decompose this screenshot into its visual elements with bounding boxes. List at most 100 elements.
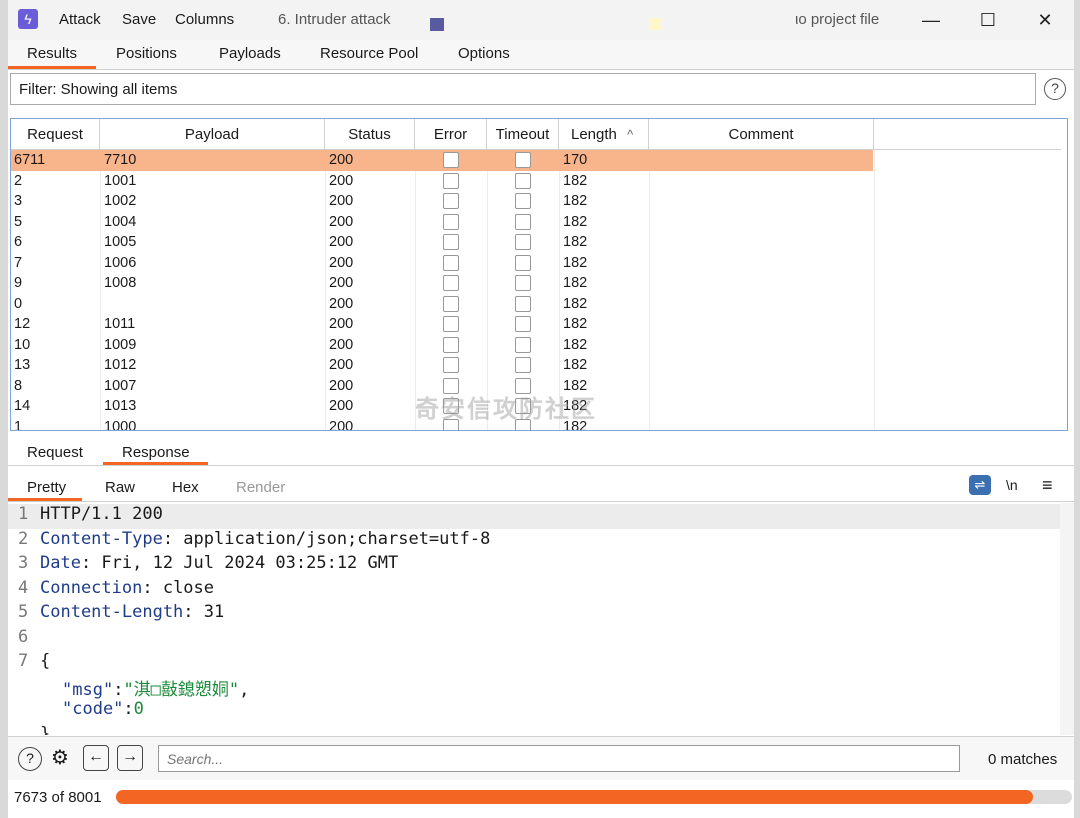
column-comment[interactable]: Comment [649, 119, 874, 150]
tab-positions[interactable]: Positions [116, 45, 177, 62]
minimize-icon[interactable]: — [911, 6, 951, 34]
header-name: Content-Length [40, 602, 184, 622]
json-key-msg: "msg" [62, 679, 114, 700]
table-row[interactable]: 0 200 182 [11, 294, 873, 315]
active-view-indicator [8, 498, 82, 501]
cell-status: 200 [329, 213, 354, 230]
header-name: HTTP/1.1 200 [40, 504, 163, 524]
cell-length: 182 [563, 254, 588, 271]
progress-fill [116, 790, 1033, 804]
line-number: 7 [18, 651, 29, 671]
table-row[interactable]: 10 1009 200 182 [11, 335, 873, 356]
error-checkbox [443, 295, 459, 312]
cell-length: 182 [563, 275, 588, 291]
watermark: 奇安信攻防社区 [415, 396, 597, 423]
cell-length: 170 [563, 152, 588, 168]
table-row[interactable]: 6 1005 200 182 [11, 232, 873, 253]
tab-pretty[interactable]: Pretty [27, 479, 66, 496]
cell-request: 8 [14, 377, 23, 394]
tab-results[interactable]: Results [27, 45, 77, 62]
cell-request: 10 [14, 336, 31, 353]
cell-payload: 1013 [104, 398, 137, 414]
cell-payload: 1005 [104, 234, 137, 250]
window-title: 6. Intruder attack [278, 11, 391, 28]
wrap-lines-icon[interactable]: ⇌ [969, 475, 991, 495]
cell-payload: 1004 [104, 213, 137, 230]
timeout-checkbox [515, 254, 531, 271]
column-status[interactable]: Status [325, 119, 415, 150]
cell-status: 200 [329, 234, 354, 250]
header-value: : 31 [183, 602, 225, 622]
table-row[interactable]: 5 1004 200 182 [11, 212, 873, 233]
response-editor[interactable]: 1 HTTP/1.1 200 2 Content-Type: application/… [8, 503, 1060, 735]
maximize-icon[interactable]: ☐ [968, 6, 1008, 34]
tab-hex[interactable]: Hex [172, 479, 199, 496]
table-row[interactable]: 2 1001 200 182 [11, 171, 873, 192]
hamburger-menu-icon[interactable]: ≡ [1042, 475, 1053, 496]
table-row[interactable]: 12 1011 200 182 [11, 314, 873, 335]
menu-attack[interactable]: Attack [59, 11, 101, 28]
timeout-checkbox [515, 316, 531, 332]
column-payload[interactable]: Payload [100, 119, 325, 150]
cell-length: 182 [563, 234, 588, 250]
column-request[interactable]: Request [11, 119, 100, 150]
vertical-scrollbar[interactable] [1060, 503, 1074, 735]
cell-payload: 1007 [104, 377, 137, 394]
progress-label: 7673 of 8001 [14, 789, 102, 806]
line-number: 6 [18, 626, 29, 647]
column-timeout[interactable]: Timeout [487, 119, 559, 150]
header-name: { [40, 651, 51, 671]
gear-icon[interactable]: ⚙ [48, 747, 72, 771]
json-key-code: "code" [62, 699, 124, 719]
table-row[interactable]: 7 1006 200 182 [11, 253, 873, 274]
cell-status: 200 [329, 295, 354, 312]
tab-options[interactable]: Options [458, 45, 510, 62]
table-row[interactable]: 6711 7710 200 170 [11, 150, 873, 171]
search-input[interactable] [158, 745, 960, 772]
cell-request: 3 [14, 193, 23, 209]
intruder-window: ϟ Attack Save Columns 6. Intruder attack… [8, 0, 1074, 818]
main-tabs: Results Positions Payloads Resource Pool… [8, 40, 1074, 70]
show-newlines-button[interactable]: \n [1006, 477, 1018, 493]
cell-request: 12 [14, 316, 31, 332]
progress-bar [116, 790, 1072, 804]
cell-length: 182 [563, 336, 588, 353]
cell-status: 200 [329, 316, 354, 332]
cell-status: 200 [329, 398, 354, 414]
cell-request: 6 [14, 234, 23, 250]
cell-request: 2 [14, 172, 23, 189]
close-icon[interactable]: ✕ [1025, 6, 1065, 34]
line-number: 4 [18, 577, 29, 598]
tab-payloads[interactable]: Payloads [219, 45, 281, 62]
cell-request: 1 [14, 418, 23, 431]
help-icon[interactable]: ? [18, 747, 42, 771]
code-line: 1 HTTP/1.1 200 [8, 504, 1060, 529]
code-line: 6 [8, 627, 1060, 652]
cell-request: 0 [14, 295, 23, 312]
cell-request: 9 [14, 275, 23, 291]
table-row[interactable]: 3 1002 200 182 [11, 191, 873, 212]
menu-columns[interactable]: Columns [175, 11, 234, 28]
tab-raw[interactable]: Raw [105, 479, 135, 496]
column-length[interactable]: Length ^ [559, 119, 649, 150]
menu-save[interactable]: Save [122, 11, 156, 28]
table-row[interactable]: 9 1008 200 182 [11, 273, 873, 294]
title-bar: ϟ Attack Save Columns 6. Intruder attack… [8, 0, 1074, 40]
overlap-square [650, 18, 662, 30]
filter-bar[interactable]: Filter: Showing all items [10, 73, 1036, 105]
tab-resource-pool[interactable]: Resource Pool [320, 45, 418, 62]
code-line: 2 Content-Type: application/json;charset=… [8, 529, 1060, 554]
arrow-left-icon[interactable]: ← [83, 745, 109, 771]
cell-length: 182 [563, 295, 588, 312]
cell-payload: 1009 [104, 336, 137, 353]
tab-render[interactable]: Render [236, 479, 285, 496]
table-row[interactable]: 13 1012 200 182 [11, 355, 873, 376]
cell-status: 200 [329, 152, 354, 168]
arrow-right-icon[interactable]: → [117, 745, 143, 771]
tab-response[interactable]: Response [122, 444, 190, 461]
tab-request[interactable]: Request [27, 444, 83, 461]
header-value: : Fri, 12 Jul 2024 03:25:12 GMT [80, 553, 399, 573]
column-error[interactable]: Error [415, 119, 487, 150]
timeout-checkbox [515, 275, 531, 291]
help-icon[interactable]: ? [1044, 78, 1066, 100]
